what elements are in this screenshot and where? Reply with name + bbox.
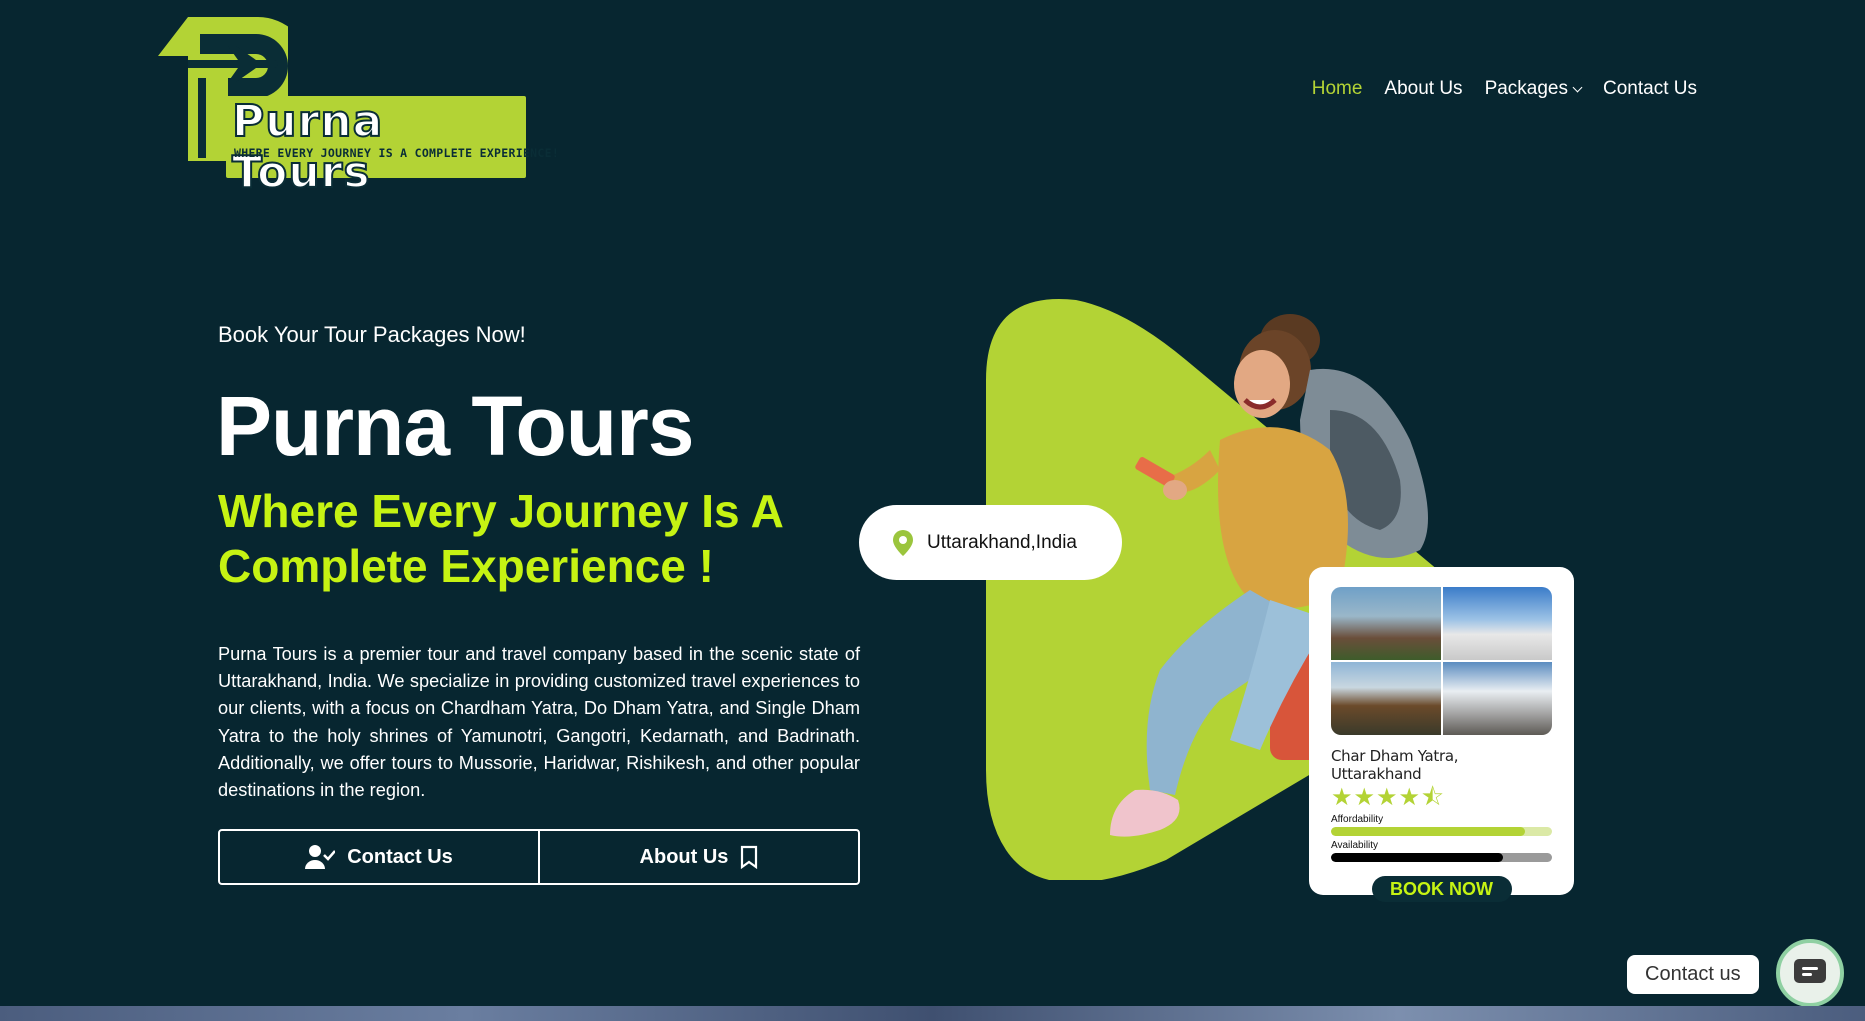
package-title: Char Dham Yatra, Uttarakhand: [1331, 747, 1459, 783]
star-rating: ★★★★⯪: [1331, 784, 1445, 811]
contact-us-button[interactable]: Contact Us: [220, 831, 538, 883]
bookmark-icon: [741, 845, 758, 869]
hero-subtitle: Where Every Journey Is A Complete Experi…: [218, 485, 783, 592]
availability-bar-fill: [1331, 853, 1504, 862]
chevron-down-icon: [1572, 82, 1583, 92]
nav-contact-us[interactable]: Contact Us: [1603, 78, 1697, 100]
nav-home[interactable]: Home: [1312, 78, 1363, 100]
hero-button-group: Contact Us About Us: [218, 829, 860, 885]
kedarnath-photo: [1331, 587, 1441, 660]
location-text: Uttarakhand,India: [927, 531, 1077, 553]
main-nav: Home About Us Packages Contact Us: [1312, 78, 1697, 100]
contact-us-button-label: Contact Us: [347, 845, 453, 868]
availability-label: Availability: [1331, 840, 1379, 851]
package-card: Char Dham Yatra, Uttarakhand ★★★★⯪ Affor…: [1309, 567, 1574, 902]
yamunotri-photo: [1442, 662, 1552, 735]
affordability-bar-fill: [1331, 827, 1526, 836]
hero-eyebrow: Book Your Tour Packages Now!: [218, 322, 526, 347]
chat-icon: [1794, 959, 1826, 983]
hero-description: Purna Tours is a premier tour and travel…: [218, 644, 860, 801]
gangotri-photo: [1442, 587, 1552, 660]
affordability-bar: [1331, 827, 1552, 836]
availability-bar: [1331, 853, 1552, 862]
site-logo[interactable]: Purna Tours WHERE EVERY JOURNEY IS A COM…: [158, 16, 559, 199]
nav-packages[interactable]: Packages: [1484, 78, 1583, 100]
about-us-button[interactable]: About Us: [538, 831, 858, 883]
book-now-button[interactable]: BOOK NOW: [1371, 876, 1512, 902]
nav-packages-label: Packages: [1484, 78, 1569, 99]
next-section-preview: [0, 1006, 1865, 1021]
about-us-button-label: About Us: [639, 845, 729, 868]
contact-us-widget-label[interactable]: Contact us: [1627, 955, 1759, 994]
user-check-icon: [305, 845, 336, 869]
location-pill: Uttarakhand,India: [859, 505, 1122, 580]
package-photo-grid: [1331, 587, 1552, 735]
map-pin-icon: [893, 529, 913, 556]
badrinath-photo: [1331, 662, 1441, 735]
logo-tagline: WHERE EVERY JOURNEY IS A COMPLETE EXPERI…: [234, 146, 560, 160]
contact-us-fab[interactable]: [1776, 939, 1844, 1007]
hero-title: Purna Tours: [216, 379, 694, 473]
affordability-label: Affordability: [1331, 814, 1384, 825]
nav-about-us[interactable]: About Us: [1384, 78, 1462, 100]
